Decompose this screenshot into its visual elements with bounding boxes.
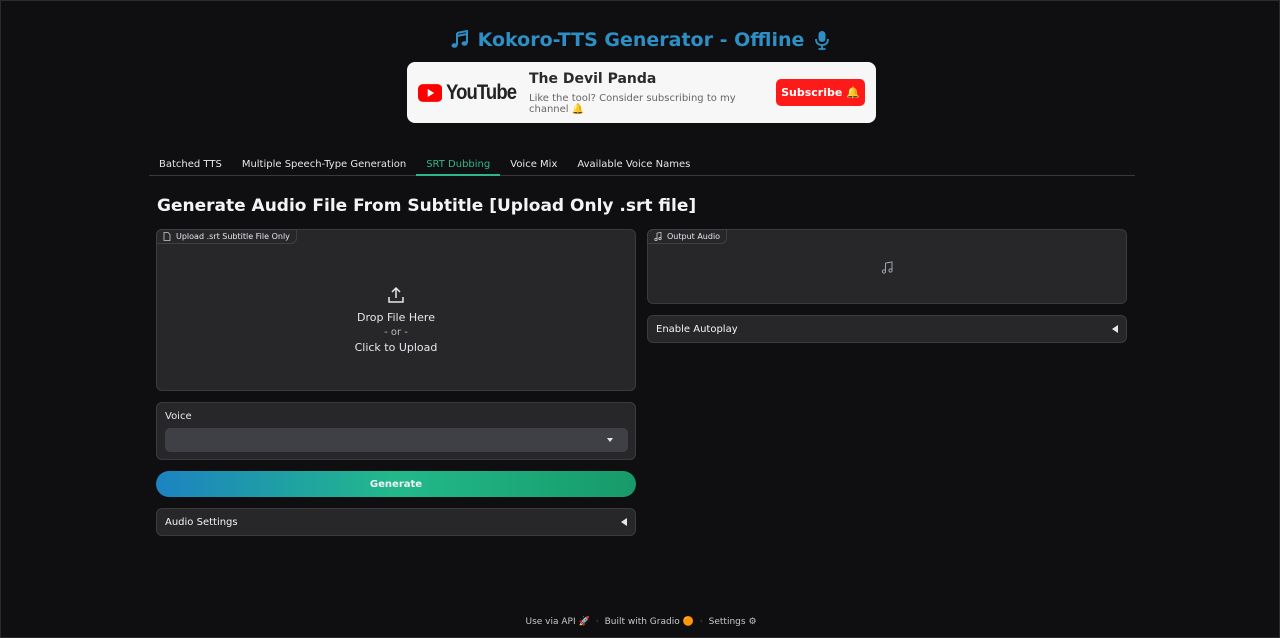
- footer-separator: ·: [595, 617, 599, 627]
- page-title: Generate Audio File From Subtitle [Uploa…: [157, 196, 697, 216]
- microphone-icon: [812, 30, 832, 50]
- youtube-logo-text: YouTube: [446, 80, 517, 104]
- footer-separator: ·: [699, 617, 703, 627]
- upload-label: Upload .srt Subtitle File Only: [156, 229, 297, 244]
- upload-icon: [388, 286, 404, 303]
- output-audio-panel: Output Audio: [647, 229, 1127, 304]
- music-note-icon: [450, 30, 470, 50]
- file-icon: [163, 232, 171, 241]
- click-to-upload-text: Click to Upload: [354, 341, 438, 354]
- tab-srt-dubbing[interactable]: SRT Dubbing: [416, 154, 501, 176]
- voice-select-block: Voice: [156, 402, 636, 460]
- music-note-small-icon: [654, 232, 662, 241]
- audio-settings-accordion[interactable]: Audio Settings: [156, 508, 636, 536]
- output-audio-label-text: Output Audio: [667, 232, 721, 241]
- upload-label-text: Upload .srt Subtitle File Only: [176, 232, 290, 241]
- collapse-triangle-icon: [621, 518, 627, 526]
- voice-label: Voice: [165, 411, 192, 422]
- or-text: - or -: [384, 327, 408, 338]
- tab-batched-tts[interactable]: Batched TTS: [149, 154, 232, 175]
- channel-name: The Devil Panda: [529, 70, 657, 87]
- collapse-triangle-icon: [1112, 325, 1118, 333]
- built-with-gradio-link[interactable]: Built with Gradio 🟠: [605, 617, 694, 627]
- audio-settings-label: Audio Settings: [165, 516, 238, 528]
- channel-tagline: Like the tool? Consider subscribing to m…: [529, 92, 736, 115]
- footer: Use via API 🚀 · Built with Gradio 🟠 · Se…: [1, 617, 1280, 627]
- youtube-logo[interactable]: YouTube: [418, 81, 526, 105]
- tab-bar: Batched TTS Multiple Speech-Type Generat…: [149, 154, 1135, 176]
- tab-multiple-speech-type[interactable]: Multiple Speech-Type Generation: [232, 154, 416, 175]
- tab-available-voice-names[interactable]: Available Voice Names: [567, 154, 700, 175]
- youtube-promo-card: YouTube The Devil Panda Like the tool? C…: [407, 62, 876, 123]
- subscribe-button[interactable]: Subscribe 🔔: [776, 79, 865, 106]
- app-title: Kokoro-TTS Generator - Offline: [1, 29, 1280, 51]
- use-via-api-link[interactable]: Use via API 🚀: [525, 617, 589, 627]
- tab-voice-mix[interactable]: Voice Mix: [500, 154, 567, 175]
- audio-placeholder-icon: [881, 261, 893, 274]
- settings-link[interactable]: Settings ⚙: [709, 617, 757, 627]
- app-title-text: Kokoro-TTS Generator - Offline: [477, 29, 805, 51]
- drop-file-text: Drop File Here: [357, 311, 435, 324]
- generate-button[interactable]: Generate: [156, 471, 636, 497]
- enable-autoplay-accordion[interactable]: Enable Autoplay: [647, 315, 1127, 343]
- voice-dropdown[interactable]: [165, 428, 628, 452]
- youtube-play-icon: [418, 83, 443, 102]
- enable-autoplay-label: Enable Autoplay: [656, 323, 738, 335]
- chevron-down-icon: [607, 438, 613, 442]
- srt-upload-dropzone[interactable]: Upload .srt Subtitle File Only Drop File…: [156, 229, 636, 391]
- output-audio-label: Output Audio: [647, 229, 728, 244]
